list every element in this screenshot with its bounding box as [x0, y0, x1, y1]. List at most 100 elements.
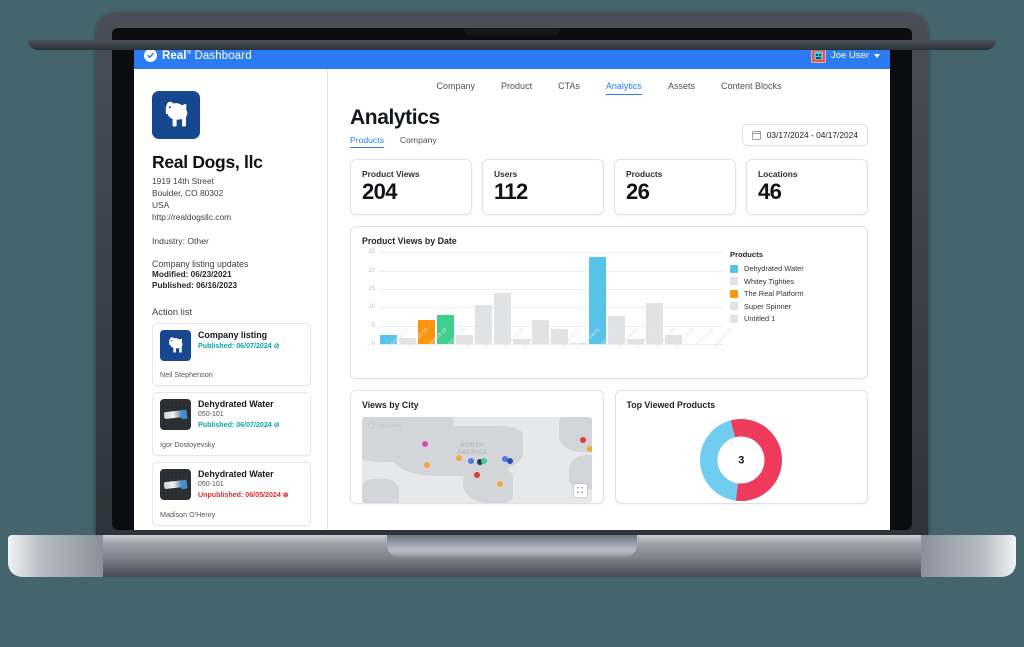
laptop-base-shadow: [28, 40, 996, 50]
chevron-down-icon: [874, 53, 880, 58]
dog-logo-icon: [152, 91, 200, 139]
action-list-item[interactable]: Dehydrated Water 050-101 Published: 06/07/…: [152, 391, 311, 456]
x-axis-tick: 2024-03-19: [418, 327, 448, 372]
page-header: Analytics Products Company 03/17/2024 - 0…: [350, 106, 868, 148]
listing-updates-title: Company listing updates: [152, 258, 249, 269]
x-axis-tick: 2024-03-25: [494, 327, 525, 372]
tab-analytics[interactable]: Analytics: [605, 81, 642, 95]
views-by-city-card: Views by City NORTH AMERICA mapbox ⛶: [350, 390, 604, 505]
status-badge: Unpublished: 06/05/2024 ⊗: [198, 490, 303, 501]
tab-ctas[interactable]: CTAs: [558, 81, 580, 95]
map-pin[interactable]: [580, 436, 587, 443]
legend-label: Whitey Tighties: [744, 276, 795, 286]
action-list: Company listing Published: 06/07/2024 ⊘ Nei…: [152, 322, 311, 526]
legend-items: Dehydrated Water Whitey Tighties The Real …: [730, 264, 856, 323]
company-name: Real Dogs, llc: [152, 152, 263, 172]
legend-item[interactable]: The Real Platform: [730, 289, 856, 298]
sidebar: Real Dogs, llc 1919 14th Street Boulder,…: [134, 69, 328, 530]
date-range-picker[interactable]: 03/17/2024 - 04/17/2024: [741, 124, 868, 146]
company-address: 1919 14th Street Boulder, CO 80302 USA h…: [152, 176, 311, 224]
x-axis-tick: 2024-04-14: [684, 327, 715, 372]
sub-tab-company[interactable]: Company: [400, 135, 437, 148]
bottom-panels: Views by City NORTH AMERICA mapbox ⛶ Top…: [350, 390, 868, 505]
y-axis-tick: 15: [368, 285, 375, 292]
laptop-notch: [464, 28, 560, 35]
kpi-cards: Product Views 204 Users 112 Products 26 Locati…: [350, 159, 868, 216]
legend-item[interactable]: Super Spinner: [730, 302, 856, 311]
x-axis-tick: 2024-04-17: [703, 327, 734, 372]
address-line-2: Boulder, CO 80302: [152, 187, 224, 198]
donut-panel-title: Top Viewed Products: [626, 400, 716, 411]
app-screen: Real® Dashboard Joe User Real Dogs, llc …: [134, 42, 890, 530]
brand[interactable]: Real® Dashboard: [144, 49, 252, 62]
kpi-label: Locations: [758, 169, 798, 179]
kpi-card-users: Users 112: [482, 159, 604, 216]
action-item-sku: 050-101: [198, 411, 224, 419]
kpi-value: 112: [494, 179, 528, 204]
x-axis-tick: 2024-03-21: [456, 327, 486, 372]
brand-name: Real: [162, 49, 187, 62]
action-item-title: Dehydrated Water: [198, 468, 274, 479]
map-pin[interactable]: [421, 441, 428, 448]
donut-chart: 3: [627, 417, 857, 503]
legend-swatch: [730, 302, 738, 311]
action-item-status: Published: 06/07/2024: [198, 421, 272, 430]
y-axis-tick: 5: [371, 322, 375, 329]
minus-circle-icon: ⊗: [282, 491, 289, 499]
status-badge: Published: 06/07/2024 ⊘: [198, 420, 303, 431]
legend-item[interactable]: Untitled 1: [730, 314, 856, 323]
map[interactable]: NORTH AMERICA mapbox ⛶: [362, 417, 592, 504]
fullscreen-icon[interactable]: ⛶: [573, 484, 587, 498]
tab-company[interactable]: Company: [437, 81, 476, 95]
kpi-value: 46: [758, 179, 782, 204]
chart-title: Product Views by Date: [362, 236, 457, 247]
legend-label: Super Spinner: [744, 301, 792, 311]
kpi-card-product-views: Product Views 204: [350, 159, 472, 216]
map-panel-title: Views by City: [362, 400, 419, 411]
kpi-label: Users: [494, 169, 518, 179]
y-axis-tick: 20: [368, 267, 375, 274]
legend-item[interactable]: Dehydrated Water: [730, 264, 856, 273]
bar-chart: 0 5 10 15 20 25 2024-03-17 2024-03-18 2024-03-1…: [362, 246, 734, 372]
company-website-link[interactable]: http://realdogsllc.com: [152, 212, 311, 224]
chart-legend: Products Dehydrated Water Whitey Tighties…: [730, 246, 856, 372]
legend-label: Dehydrated Water: [744, 264, 804, 274]
kpi-label: Products: [626, 169, 663, 179]
product-photo-thumbnail: [160, 468, 191, 500]
tab-assets[interactable]: Assets: [668, 81, 695, 95]
legend-label: Untitled 1: [744, 314, 776, 324]
map-pin[interactable]: [506, 457, 513, 464]
action-list-item[interactable]: Company listing Published: 06/07/2024 ⊘ Nei…: [152, 322, 311, 386]
user-menu[interactable]: Joe User: [810, 48, 880, 63]
x-axis-tick: 2024-03-31: [551, 327, 582, 372]
real-check-logo-icon: [144, 49, 157, 62]
user-name: Joe User: [830, 50, 869, 61]
mapbox-label: mapbox: [377, 422, 402, 430]
x-axis-tick: 2024-04-12: [665, 327, 696, 372]
map-pin[interactable]: [467, 457, 474, 464]
action-list-title: Action list: [152, 305, 193, 317]
sub-tab-products[interactable]: Products: [350, 135, 384, 148]
map-pin[interactable]: [423, 461, 430, 468]
kpi-card-products: Products 26: [614, 159, 736, 216]
x-axis-tick: 2024-03-22: [475, 327, 505, 372]
laptop-hinge: [387, 535, 637, 557]
x-axis-tick: 2024-04-01: [570, 327, 601, 372]
calendar-icon: [751, 130, 761, 140]
tab-product[interactable]: Product: [501, 81, 532, 95]
legend-item[interactable]: Whitey Tighties: [730, 277, 856, 286]
action-item-user: Igor Dostoyevsky: [160, 439, 216, 449]
y-axis-tick: 0: [371, 341, 375, 348]
brand-text: Real® Dashboard: [162, 50, 252, 62]
map-pin[interactable]: [481, 457, 488, 464]
action-item-status: Published: 06/07/2024: [198, 342, 272, 351]
action-list-item[interactable]: Dehydrated Water 050-101 Unpublished: 06/0…: [152, 461, 311, 526]
legend-swatch: [730, 289, 738, 298]
map-pin[interactable]: [586, 445, 592, 452]
avatar: [810, 48, 826, 63]
x-axis-tick: 2024-04-05: [608, 327, 639, 372]
mapbox-icon: [368, 422, 375, 430]
tab-content-blocks[interactable]: Content Blocks: [721, 81, 782, 95]
top-viewed-products-card: Top Viewed Products 3: [614, 390, 868, 505]
action-item-title: Company listing: [198, 329, 268, 340]
